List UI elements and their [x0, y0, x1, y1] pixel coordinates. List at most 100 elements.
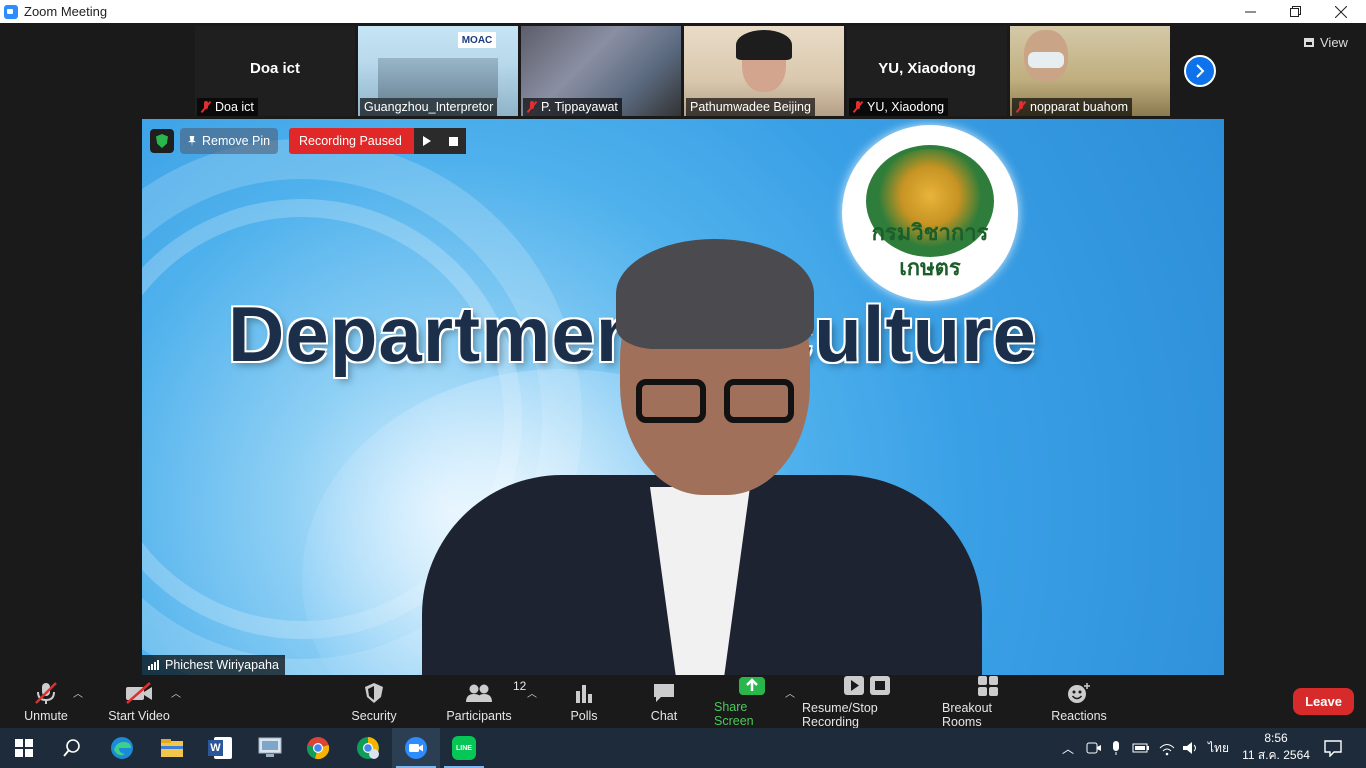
- title-bar: Zoom Meeting: [0, 0, 1366, 23]
- wifi-icon[interactable]: [1158, 740, 1176, 756]
- participant-label: P. Tippayawat: [523, 98, 622, 116]
- taskbar-line[interactable]: LINE: [440, 728, 488, 768]
- line-icon: LINE: [452, 736, 476, 760]
- zoom-icon: [405, 737, 427, 759]
- start-video-label: Start Video: [108, 708, 170, 723]
- minimize-button[interactable]: [1227, 0, 1273, 23]
- participant-label-text: P. Tippayawat: [541, 100, 618, 114]
- share-screen-button[interactable]: Share Screen: [714, 675, 790, 728]
- participant-tile[interactable]: YU, Xiaodong YU, Xiaodong: [847, 26, 1007, 116]
- participant-tile[interactable]: P. Tippayawat: [521, 26, 681, 116]
- audio-options-caret-icon[interactable]: ︿: [73, 685, 83, 700]
- remove-pin-button[interactable]: Remove Pin: [180, 128, 279, 154]
- participant-hair: [736, 30, 792, 60]
- mic-muted-icon: [527, 101, 537, 113]
- system-tray: ︿ ไทย: [1062, 728, 1229, 768]
- taskbar-chrome[interactable]: [294, 728, 342, 768]
- pin-controls: Remove Pin: [150, 128, 279, 154]
- taskbar-zoom[interactable]: [392, 728, 440, 768]
- meet-now-icon[interactable]: [1086, 740, 1102, 756]
- taskbar-remote-desktop[interactable]: [246, 728, 294, 768]
- video-off-icon: [124, 681, 154, 705]
- chat-icon: [652, 681, 676, 705]
- security-button[interactable]: Security: [346, 675, 402, 728]
- participants-options-caret-icon[interactable]: ︿: [527, 685, 537, 700]
- file-explorer-icon: [161, 739, 183, 757]
- start-button[interactable]: [0, 728, 48, 768]
- encryption-shield[interactable]: [150, 129, 174, 153]
- taskbar-search-button[interactable]: [48, 728, 96, 768]
- gallery-next-button[interactable]: [1184, 55, 1216, 87]
- polls-label: Polls: [570, 708, 598, 723]
- participant-strip: Doa ict Doa ict MOAC Guangzhou_Interpret…: [195, 26, 1170, 116]
- polls-button[interactable]: Polls: [560, 675, 608, 728]
- view-button[interactable]: View: [1304, 35, 1348, 50]
- participant-label-text: YU, Xiaodong: [867, 100, 945, 114]
- participant-label-text: Guangzhou_Interpretor: [364, 100, 494, 114]
- notification-center-button[interactable]: [1312, 728, 1354, 768]
- recording-indicator: Recording Paused: [289, 128, 466, 154]
- clock-time: 8:56: [1264, 731, 1288, 745]
- mic-muted-icon: [1016, 101, 1026, 113]
- view-grid-icon: [1304, 38, 1314, 47]
- taskbar-word[interactable]: W: [196, 728, 244, 768]
- participant-tile[interactable]: Pathumwadee Beijing: [684, 26, 844, 116]
- chrome-alt-icon: [357, 737, 379, 759]
- security-label: Security: [351, 708, 397, 723]
- taskbar-file-explorer[interactable]: [148, 728, 196, 768]
- share-screen-icon: [739, 675, 765, 696]
- notification-icon: [1324, 740, 1342, 757]
- taskbar-clock[interactable]: 8:56 11 ส.ค. 2564: [1240, 730, 1312, 766]
- taskbar-chrome-profile[interactable]: [344, 728, 392, 768]
- pin-icon: [188, 135, 196, 147]
- participant-tile[interactable]: nopparat buahom: [1010, 26, 1170, 116]
- stop-recording-button[interactable]: [440, 128, 466, 154]
- reactions-button[interactable]: Reactions: [1050, 675, 1108, 728]
- participant-label: nopparat buahom: [1012, 98, 1132, 116]
- main-video: Departmen griculture กรมวิชาการเกษตร: [142, 119, 1224, 675]
- signal-bars-icon: [148, 660, 159, 670]
- input-language[interactable]: ไทย: [1208, 739, 1229, 758]
- clock-date: 11 ส.ค. 2564: [1242, 748, 1310, 762]
- unmute-button[interactable]: Unmute: [18, 675, 74, 728]
- microphone-icon[interactable]: [1110, 740, 1122, 756]
- taskbar-edge[interactable]: [98, 728, 146, 768]
- edge-icon: [111, 737, 133, 759]
- share-options-caret-icon[interactable]: ︿: [785, 685, 795, 700]
- leave-button[interactable]: Leave: [1293, 688, 1354, 715]
- chat-label: Chat: [650, 708, 678, 723]
- chrome-icon: [307, 737, 330, 760]
- mic-muted-icon: [201, 101, 211, 113]
- battery-icon[interactable]: [1132, 742, 1150, 754]
- restore-button[interactable]: [1272, 0, 1318, 23]
- chevron-right-icon: [1196, 64, 1205, 78]
- video-options-caret-icon[interactable]: ︿: [171, 685, 181, 700]
- resume-stop-recording-button[interactable]: Resume/Stop Recording: [802, 675, 936, 729]
- windows-start-icon: [15, 739, 33, 757]
- close-button[interactable]: [1318, 0, 1364, 23]
- reactions-label: Reactions: [1051, 708, 1107, 723]
- participants-button[interactable]: 12 Participants: [446, 675, 526, 728]
- moac-logo: MOAC: [458, 32, 496, 48]
- mic-off-icon: [33, 681, 59, 705]
- zoom-app-icon: [4, 4, 18, 19]
- participant-tile[interactable]: MOAC Guangzhou_Interpretor: [358, 26, 518, 116]
- word-icon: W: [208, 737, 232, 759]
- participant-label: YU, Xiaodong: [849, 98, 949, 116]
- show-hidden-icons-button[interactable]: ︿: [1062, 740, 1074, 757]
- participant-label-text: Doa ict: [215, 100, 254, 114]
- volume-icon[interactable]: [1182, 740, 1200, 756]
- resume-recording-button[interactable]: [414, 128, 440, 154]
- speaker-glasses: [636, 379, 794, 423]
- mic-muted-icon: [853, 101, 863, 113]
- shield-icon: [364, 681, 384, 705]
- close-icon: [1335, 5, 1347, 18]
- unmute-label: Unmute: [24, 708, 68, 723]
- share-screen-label: Share Screen: [714, 700, 754, 728]
- view-label: View: [1320, 35, 1348, 50]
- polls-icon: [574, 681, 594, 705]
- participant-tile[interactable]: Doa ict Doa ict: [195, 26, 355, 116]
- breakout-rooms-button[interactable]: Breakout Rooms: [942, 675, 1034, 729]
- chat-button[interactable]: Chat: [640, 675, 688, 728]
- start-video-button[interactable]: Start Video: [104, 675, 174, 728]
